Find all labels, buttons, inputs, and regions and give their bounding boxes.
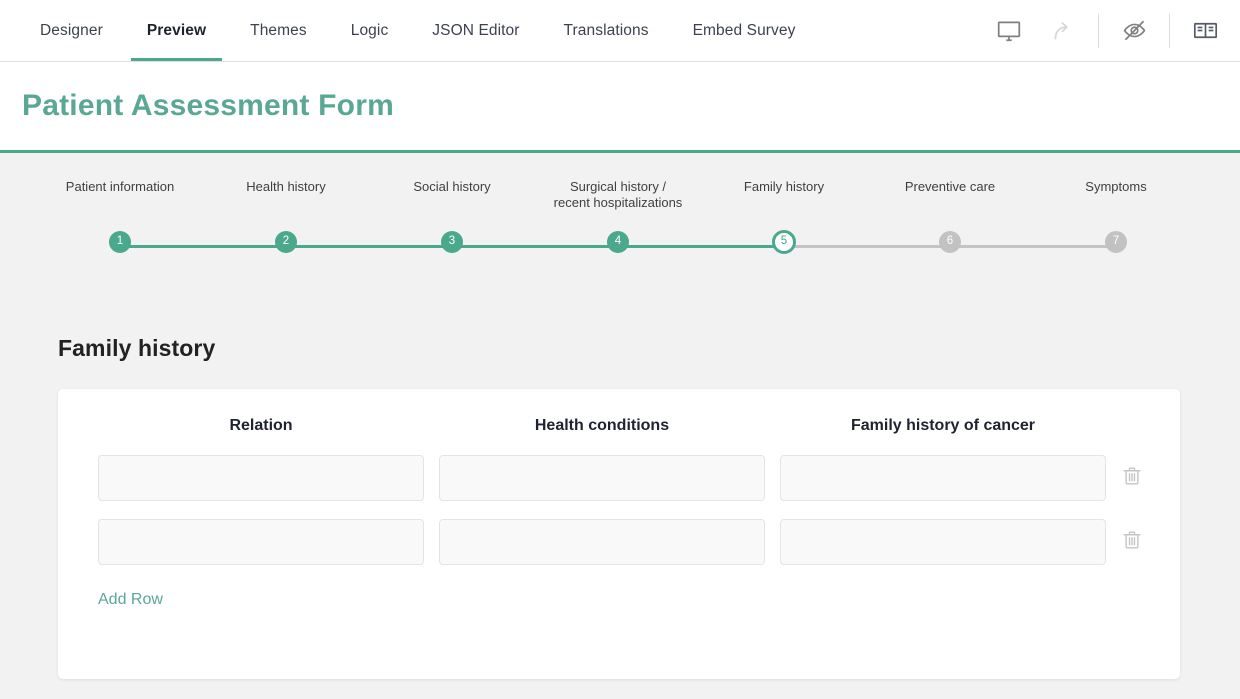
trash-icon	[1121, 529, 1143, 556]
tab-label: Logic	[351, 22, 389, 40]
matrix-cell-health-conditions	[439, 519, 765, 565]
progress-step-2[interactable]: 2	[275, 231, 297, 253]
progress-label-1: Patient information	[35, 179, 205, 195]
step-number: 7	[1113, 236, 1119, 248]
progress-step-7[interactable]: 7	[1105, 231, 1127, 253]
label-text: Surgical history / recent hospitalizatio…	[554, 179, 683, 210]
survey-title: Patient Assessment Form	[22, 89, 394, 123]
progress-label-3: Social history	[367, 179, 537, 195]
tab-themes[interactable]: Themes	[228, 0, 329, 61]
table-row	[98, 455, 1140, 501]
label-text: Health history	[246, 179, 325, 194]
tab-list: Designer Preview Themes Logic JSON Edito…	[0, 0, 817, 61]
tab-logic[interactable]: Logic	[329, 0, 411, 61]
table-row	[98, 519, 1140, 565]
matrix-dynamic-table: Relation Health conditions Family histor…	[58, 389, 1180, 609]
tab-embed-survey[interactable]: Embed Survey	[671, 0, 818, 61]
add-row-button[interactable]: Add Row	[98, 591, 163, 609]
label-text: Preventive care	[905, 179, 995, 194]
remove-row-button-1[interactable]	[1121, 465, 1143, 492]
eye-off-icon	[1121, 17, 1148, 44]
progress-label-2: Health history	[201, 179, 371, 195]
step-number: 6	[947, 236, 953, 248]
relation-input-row-1[interactable]	[98, 455, 424, 501]
question-panel: Relation Health conditions Family histor…	[58, 389, 1180, 679]
trash-icon	[1121, 465, 1143, 492]
progress-step-5[interactable]: 5	[772, 230, 796, 254]
label-text: Social history	[413, 179, 490, 194]
progress-track: 1 2 3 4 5 6 7	[0, 231, 1240, 261]
tab-json-editor[interactable]: JSON Editor	[410, 0, 541, 61]
tab-label: Embed Survey	[693, 22, 796, 40]
matrix-cell-family-history-of-cancer	[780, 519, 1106, 565]
toolbar-divider	[1098, 14, 1099, 48]
tab-designer[interactable]: Designer	[18, 0, 125, 61]
survey-body: Patient information Health history Socia…	[0, 153, 1240, 696]
matrix-cell-family-history-of-cancer	[780, 455, 1106, 501]
progress-label-4: Surgical history / recent hospitalizatio…	[533, 179, 703, 211]
redo-button[interactable]	[1036, 0, 1090, 62]
step-number: 2	[283, 236, 289, 248]
progress-step-1[interactable]: 1	[109, 231, 131, 253]
top-navigation-bar: Designer Preview Themes Logic JSON Edito…	[0, 0, 1240, 62]
tab-preview[interactable]: Preview	[125, 0, 228, 61]
step-number: 3	[449, 236, 455, 248]
redo-icon	[1050, 18, 1076, 44]
page-title: Family history	[58, 335, 215, 362]
matrix-header-row: Relation Health conditions Family histor…	[98, 417, 1140, 437]
matrix-column-header-health-conditions: Health conditions	[439, 417, 765, 437]
label-text: Family history	[744, 179, 824, 194]
progress-labels: Patient information Health history Socia…	[0, 179, 1240, 223]
progress-bar: Patient information Health history Socia…	[0, 153, 1240, 273]
progress-step-4[interactable]: 4	[607, 231, 629, 253]
pages-icon	[1192, 17, 1219, 44]
matrix-column-header-family-history-of-cancer: Family history of cancer	[780, 417, 1106, 437]
progress-label-6: Preventive care	[865, 179, 1035, 195]
family-history-of-cancer-input-row-1[interactable]	[780, 455, 1106, 501]
show-invisible-elements-button[interactable]	[1107, 0, 1161, 62]
health-conditions-input-row-2[interactable]	[439, 519, 765, 565]
tab-label: Designer	[40, 22, 103, 40]
tab-label: Translations	[564, 22, 649, 40]
tab-label: JSON Editor	[432, 22, 519, 40]
survey-header: Patient Assessment Form	[0, 62, 1240, 153]
health-conditions-input-row-1[interactable]	[439, 455, 765, 501]
progress-label-5: Family history	[699, 179, 869, 195]
relation-input-row-2[interactable]	[98, 519, 424, 565]
label-text: Patient information	[66, 179, 174, 194]
matrix-cell-relation	[98, 519, 424, 565]
matrix-cell-health-conditions	[439, 455, 765, 501]
page-navigation-button[interactable]	[1178, 0, 1232, 62]
progress-step-3[interactable]: 3	[441, 231, 463, 253]
matrix-cell-relation	[98, 455, 424, 501]
tab-translations[interactable]: Translations	[542, 0, 671, 61]
step-number: 5	[781, 236, 787, 248]
progress-step-6[interactable]: 6	[939, 231, 961, 253]
progress-label-7: Symptoms	[1031, 179, 1201, 195]
toolbar-actions	[982, 0, 1240, 61]
label-text: Symptoms	[1085, 179, 1146, 194]
tab-label: Themes	[250, 22, 307, 40]
matrix-column-header-relation: Relation	[98, 417, 424, 437]
remove-row-button-2[interactable]	[1121, 529, 1143, 556]
family-history-of-cancer-input-row-2[interactable]	[780, 519, 1106, 565]
tab-label: Preview	[147, 22, 206, 40]
device-preview-button[interactable]	[982, 0, 1036, 62]
step-number: 1	[117, 236, 123, 248]
step-number: 4	[615, 236, 621, 248]
toolbar-divider	[1169, 14, 1170, 48]
device-preview-icon	[996, 18, 1022, 44]
